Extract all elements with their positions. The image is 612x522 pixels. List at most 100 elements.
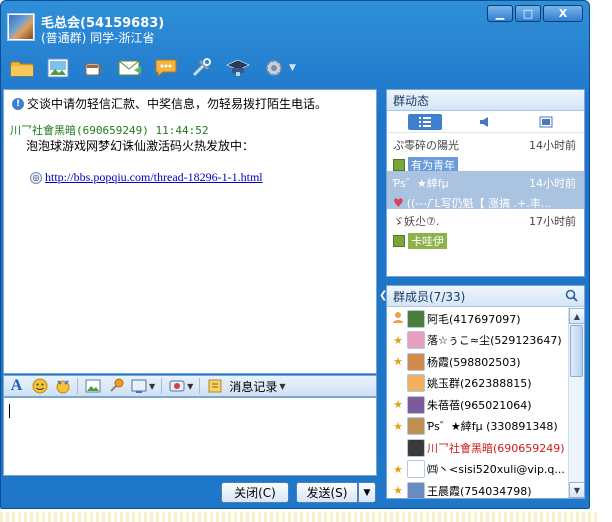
member-avatar[interactable]: [407, 374, 425, 393]
message-input[interactable]: [3, 397, 377, 476]
chat-bubble-icon[interactable]: [153, 55, 179, 81]
member-avatar[interactable]: [407, 309, 425, 328]
member-avatar[interactable]: [407, 481, 425, 498]
security-notice: ! 交谈中请勿轻信汇款、中奖信息，勿轻易拨打陌生电话。: [12, 95, 327, 112]
search-icon[interactable]: [565, 289, 578, 302]
settings-gear-icon[interactable]: [261, 55, 287, 81]
group-dynamics-title: 群动态: [387, 90, 584, 111]
group-members-panel: 群成员(7/33) 阿毛(417697097) ★ 落☆ぅこ≈尘(529123647…: [386, 285, 585, 499]
coffee-cup-icon[interactable]: [81, 55, 107, 81]
maximize-button[interactable]: □: [515, 5, 541, 22]
picture-icon[interactable]: [45, 55, 71, 81]
window-controls: ▁ □ X: [487, 5, 583, 22]
tab-album[interactable]: [529, 114, 563, 130]
scroll-down-button[interactable]: ▼: [569, 482, 584, 498]
admin-star-icon: ★: [393, 398, 403, 412]
member-row[interactable]: ★ 落☆ぅこ≈尘(529123647): [387, 330, 569, 352]
chat-history[interactable]: ! 交谈中请勿轻信汇款、中奖信息，勿轻易拨打陌生电话。 川乛社會黑暗(69065…: [3, 89, 377, 374]
graduation-cap-icon[interactable]: [225, 55, 251, 81]
mail-icon[interactable]: [117, 55, 143, 81]
info-icon: !: [12, 97, 24, 110]
font-icon[interactable]: A: [8, 377, 25, 395]
owner-icon: [391, 311, 405, 326]
group-avatar[interactable]: [7, 13, 35, 41]
send-picture-icon[interactable]: [84, 378, 101, 395]
member-avatar[interactable]: [407, 460, 425, 479]
close-chat-button[interactable]: 关闭(C): [221, 482, 289, 503]
scroll-thumb[interactable]: [570, 325, 583, 377]
member-name: 落☆ぅこ≈尘(529123647): [427, 334, 562, 348]
dynamic-time: 14小时前: [529, 139, 576, 152]
member-name: Ƥѕ゛★緈fμ (330891348): [427, 420, 558, 434]
member-list-scrollbar[interactable]: ▲ ▼: [568, 308, 584, 498]
main-toolbar: ▼: [9, 53, 296, 83]
heart-icon: ♥: [393, 196, 404, 210]
dynamic-time: 17小时前: [529, 215, 576, 228]
close-window-button[interactable]: X: [543, 5, 583, 22]
admin-star-icon: ★: [393, 484, 403, 498]
member-avatar[interactable]: [407, 417, 425, 436]
member-name: 朱蓓蓓(965021064): [427, 398, 532, 412]
member-avatar[interactable]: [407, 352, 425, 371]
member-row[interactable]: ★ 朱蓓蓓(965021064): [387, 394, 569, 416]
member-row[interactable]: 姚玉群(262388815): [387, 373, 569, 395]
folder-icon[interactable]: [9, 55, 35, 81]
group-dynamics-tabs: [387, 111, 584, 133]
member-row[interactable]: ★ 王晨霞(754034798): [387, 480, 569, 498]
minimize-button[interactable]: ▁: [487, 5, 513, 22]
group-members-title-text: 群成员(7/33): [393, 289, 466, 304]
badge-icon: [393, 159, 405, 171]
admin-star-icon: ★: [393, 355, 403, 369]
admin-star-icon: ★: [393, 419, 403, 433]
security-notice-text: 交谈中请勿轻信汇款、中奖信息，勿轻易拨打陌生电话。: [27, 97, 328, 111]
tools-icon[interactable]: [189, 55, 215, 81]
magic-emoticon-icon[interactable]: [54, 378, 71, 395]
admin-star-icon: ★: [393, 462, 403, 476]
toolbar-separator: [161, 378, 163, 394]
screenshot-icon[interactable]: [130, 378, 147, 395]
voice-icon[interactable]: [168, 378, 185, 395]
tab-list-view[interactable]: [408, 113, 443, 130]
send-options-dropdown[interactable]: ▼: [358, 482, 376, 503]
message-link[interactable]: http://bbs.popqiu.com/thread-18296-1-1.h…: [45, 170, 263, 185]
member-avatar[interactable]: [407, 395, 425, 414]
member-name: 阿毛(417697097): [427, 312, 521, 326]
settings-dropdown-icon[interactable]: ▼: [289, 63, 296, 73]
member-row[interactable]: ★ 杨霞(598802503): [387, 351, 569, 373]
member-avatar[interactable]: [407, 331, 425, 350]
member-row[interactable]: 阿毛(417697097): [387, 308, 569, 330]
dynamic-content: 卡哇伊: [393, 233, 578, 249]
message-header: 川乛社會黑暗(690659249) 11:44:52: [10, 124, 209, 137]
member-row[interactable]: ★ ㈣丶<sisi520xuli@vip.q...: [387, 459, 569, 481]
pin-icon[interactable]: [107, 378, 124, 395]
dynamic-item-selected[interactable]: Ƥѕ゛★緈fμ 14小时前 ♥ ((---/ ̄L写仍魁【 涨搞 .+.丰...: [387, 171, 584, 210]
member-row[interactable]: 川乛社會黑暗(690659249): [387, 437, 569, 459]
chat-window: ▁ □ X 毛总会(54159683) (普通群) 同学-浙江省 ▼ ! 交谈中…: [0, 0, 590, 509]
input-toolbar: A ▼ ▼ 消息记录 ▼: [3, 375, 377, 397]
emoticon-icon[interactable]: [31, 378, 48, 395]
message-link-line: ◎ http://bbs.popqiu.com/thread-18296-1-1…: [30, 170, 263, 185]
screenshot-dropdown-icon[interactable]: ▼: [149, 382, 155, 391]
member-name: 王晨霞(754034798): [427, 484, 532, 498]
member-list[interactable]: 阿毛(417697097) ★ 落☆ぅこ≈尘(529123647) ★ 杨霞(59880…: [387, 308, 569, 498]
dynamic-tag: 卡哇伊: [408, 233, 447, 249]
bottom-strip: [0, 512, 600, 522]
tab-announcement[interactable]: [468, 114, 502, 130]
send-button[interactable]: 发送(S): [296, 482, 358, 503]
dynamic-item[interactable]: ゞ妖尐⑦. 17小时前 卡哇伊: [387, 209, 584, 249]
member-name: 姚玉群(262388815): [427, 377, 532, 391]
dynamic-time: 14小时前: [529, 177, 576, 190]
voice-dropdown-icon[interactable]: ▼: [187, 382, 193, 391]
history-dropdown-icon[interactable]: ▼: [279, 382, 285, 391]
dynamic-item[interactable]: ぷ零碎の陽光 14小时前 有为青年: [387, 133, 584, 173]
message-history-label[interactable]: 消息记录: [229, 378, 277, 395]
group-subtitle: (普通群) 同学-浙江省: [41, 31, 155, 45]
group-avatar-image: [9, 15, 33, 39]
member-name: ㈣丶<sisi520xuli@vip.q...: [427, 463, 565, 477]
member-row[interactable]: ★ Ƥѕ゛★緈fμ (330891348): [387, 416, 569, 438]
toolbar-separator: [199, 378, 201, 394]
history-icon[interactable]: [206, 378, 223, 395]
scroll-up-button[interactable]: ▲: [569, 308, 584, 324]
group-dynamics-panel: 群动态 ぷ零碎の陽光 14小时前 有为青年 Ƥѕ゛★緈fμ 14小时前 ♥ ((…: [386, 89, 585, 277]
member-avatar[interactable]: [407, 438, 425, 457]
